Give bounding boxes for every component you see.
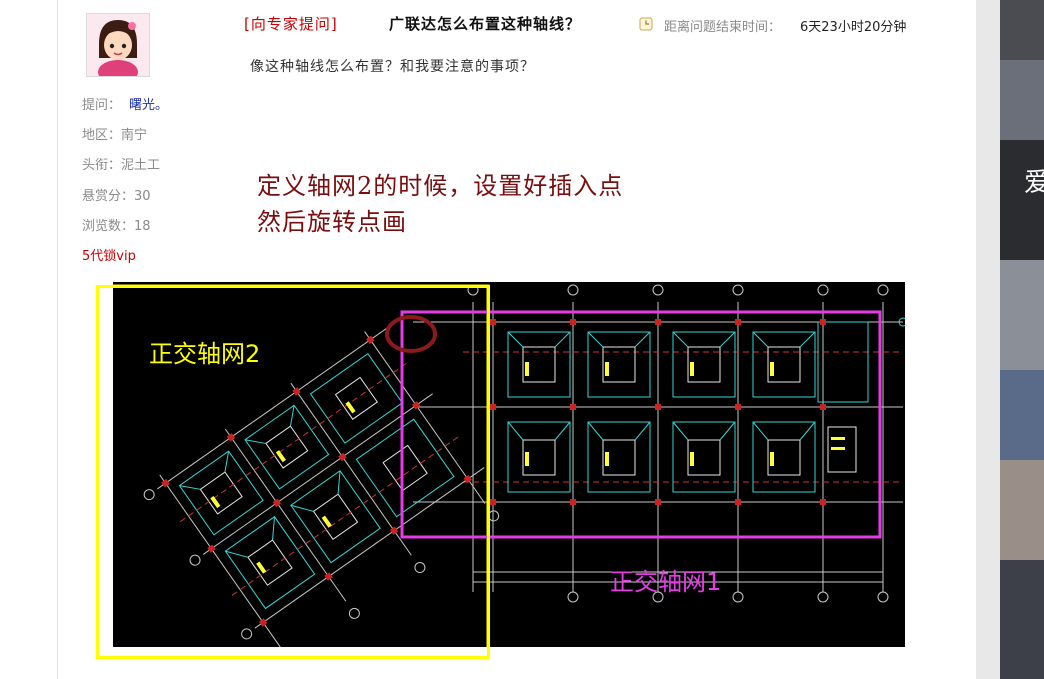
cad-background (113, 282, 905, 647)
asker-name-link[interactable]: 曙光。 (129, 98, 168, 113)
clock-icon (639, 17, 653, 31)
countdown-value: 6天23小时20分钟 (800, 20, 907, 35)
ad-tile (1000, 140, 1044, 260)
reward-points: 悬赏分：30 (82, 189, 151, 204)
asked-by-label: 提问： (82, 98, 122, 113)
ad-tile (1000, 560, 1044, 679)
ask-expert-tag[interactable]: [向专家提问] (244, 13, 338, 34)
view-count: 浏览数：18 (82, 219, 151, 234)
vip-badge[interactable]: 5代锁vip (82, 245, 136, 264)
question-title[interactable]: 广联达怎么布置这种轴线？ (389, 13, 581, 34)
side-ad-panel[interactable]: 爱 (1000, 0, 1044, 679)
cartoon-girl-avatar-icon (87, 14, 149, 84)
ad-tile (1000, 0, 1044, 60)
countdown-label: 距离问题结束时间： (664, 20, 782, 35)
ad-tile (1000, 260, 1044, 370)
avatar[interactable] (86, 13, 150, 84)
grid-1-label: 正交轴网1 (610, 568, 721, 596)
annotation-line-1: 定义轴网2的时候，设置好插入点 (257, 172, 624, 200)
asker-title: 头衔：泥土工 (82, 158, 161, 173)
cad-drawing[interactable]: 正交轴网2 正交轴网1 (113, 282, 905, 647)
ad-tile (1000, 370, 1044, 460)
asker-region: 地区：南宁 (82, 128, 148, 143)
scroll-gap (976, 0, 1000, 679)
ad-text: 爱 (1024, 168, 1044, 198)
ad-tile (1000, 60, 1044, 140)
ad-tile (1000, 460, 1044, 560)
grid-2-label: 正交轴网2 (149, 340, 260, 368)
annotation-line-2: 然后旋转点画 (257, 208, 407, 236)
question-body: 像这种轴线怎么布置？和我要注意的事项？ (250, 59, 535, 75)
asker-row: 提问： 曙光。 (82, 94, 168, 113)
left-gutter (0, 0, 57, 679)
